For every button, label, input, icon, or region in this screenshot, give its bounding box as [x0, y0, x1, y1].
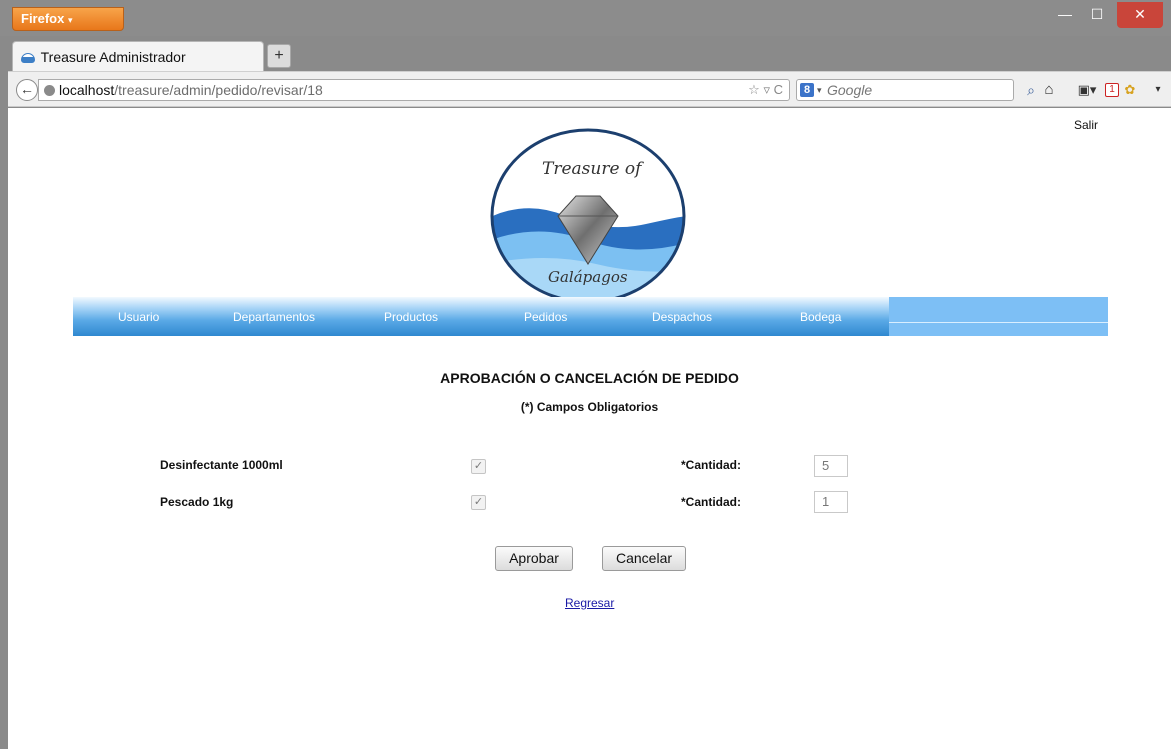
search-icon[interactable]: ⌕: [1027, 80, 1035, 100]
quantity-field[interactable]: 5: [814, 455, 848, 477]
firefox-menu-label: Firefox: [21, 11, 65, 26]
url-host: localhost: [59, 82, 115, 98]
menu-item-bodega[interactable]: Bodega: [800, 310, 841, 324]
navigation-toolbar: ← localhost/treasure/admin/pedido/revisa…: [8, 71, 1171, 107]
quantity-label: *Cantidad:: [681, 458, 741, 472]
browser-tab[interactable]: Treasure Administrador: [12, 41, 264, 71]
logo-text-top: Treasure of: [542, 159, 644, 179]
address-bar[interactable]: localhost/treasure/admin/pedido/revisar/…: [38, 79, 790, 101]
main-menu-items: Usuario Departamentos Productos Pedidos …: [73, 297, 889, 336]
product-checkbox[interactable]: ✓: [471, 495, 486, 510]
page-title: APROBACIÓN O CANCELACIÓN DE PEDIDO: [440, 370, 739, 386]
quantity-field[interactable]: 1: [814, 491, 848, 513]
maximize-icon[interactable]: ☐: [1084, 2, 1110, 28]
checkmark-icon: ✓: [473, 496, 484, 508]
tab-title: Treasure Administrador: [40, 49, 186, 65]
firefox-menu-button[interactable]: Firefox ▾: [12, 7, 124, 31]
window-titlebar: Firefox ▾ — ☐ ✕: [0, 0, 1171, 36]
chevron-down-icon[interactable]: ▾: [817, 80, 822, 100]
site-favicon-icon: [21, 53, 35, 63]
menu-item-productos[interactable]: Productos: [384, 310, 438, 324]
menu-item-despachos[interactable]: Despachos: [652, 310, 712, 324]
notification-badge-icon[interactable]: 1: [1105, 83, 1119, 97]
approve-button[interactable]: Aprobar: [495, 546, 573, 571]
new-tab-button[interactable]: +: [267, 44, 291, 68]
chevron-down-icon: ▾: [67, 15, 73, 25]
product-label: Desinfectante 1000ml: [160, 458, 283, 472]
logout-link[interactable]: Salir: [1074, 118, 1098, 132]
page-content: Salir Treasure of Galápagos Usuario Depa…: [8, 108, 1171, 749]
product-checkbox[interactable]: ✓: [471, 459, 486, 474]
cancel-button[interactable]: Cancelar: [602, 546, 686, 571]
search-input[interactable]: 8 ▾ Google ⌕: [796, 79, 1035, 101]
plus-icon: +: [274, 47, 284, 64]
toolbar-menu-icon[interactable]: ▾: [1149, 79, 1167, 101]
search-placeholder: Google: [827, 82, 873, 98]
minimize-icon[interactable]: —: [1052, 2, 1078, 28]
dropdown-arrow-icon[interactable]: ▿: [763, 82, 770, 97]
url-path: /treasure/admin/pedido/revisar/18: [114, 82, 323, 98]
home-icon[interactable]: ⌂: [1038, 79, 1060, 101]
close-icon[interactable]: ✕: [1117, 2, 1163, 28]
menu-item-pedidos[interactable]: Pedidos: [524, 310, 567, 324]
main-menu: Usuario Departamentos Productos Pedidos …: [73, 297, 1108, 336]
extension-icon[interactable]: ✿: [1121, 79, 1139, 101]
menu-item-usuario[interactable]: Usuario: [118, 310, 159, 324]
back-link[interactable]: Regresar: [565, 596, 614, 610]
quantity-label: *Cantidad:: [681, 495, 741, 509]
bookmarks-icon[interactable]: ▣▾: [1074, 79, 1100, 101]
star-icon[interactable]: ☆: [748, 82, 760, 97]
back-arrow-icon[interactable]: ←: [16, 79, 38, 101]
menu-divider: [889, 322, 1108, 323]
logo-text-bottom: Galápagos: [548, 268, 628, 286]
treasure-logo: Treasure of Galápagos: [490, 128, 686, 304]
reload-icon[interactable]: C: [774, 82, 783, 97]
product-label: Pescado 1kg: [160, 495, 234, 509]
required-fields-note: (*) Campos Obligatorios: [520, 400, 659, 414]
globe-icon: [44, 85, 55, 96]
menu-item-departamentos[interactable]: Departamentos: [233, 310, 315, 324]
search-engine-icon[interactable]: 8: [800, 83, 814, 97]
checkmark-icon: ✓: [473, 460, 484, 472]
